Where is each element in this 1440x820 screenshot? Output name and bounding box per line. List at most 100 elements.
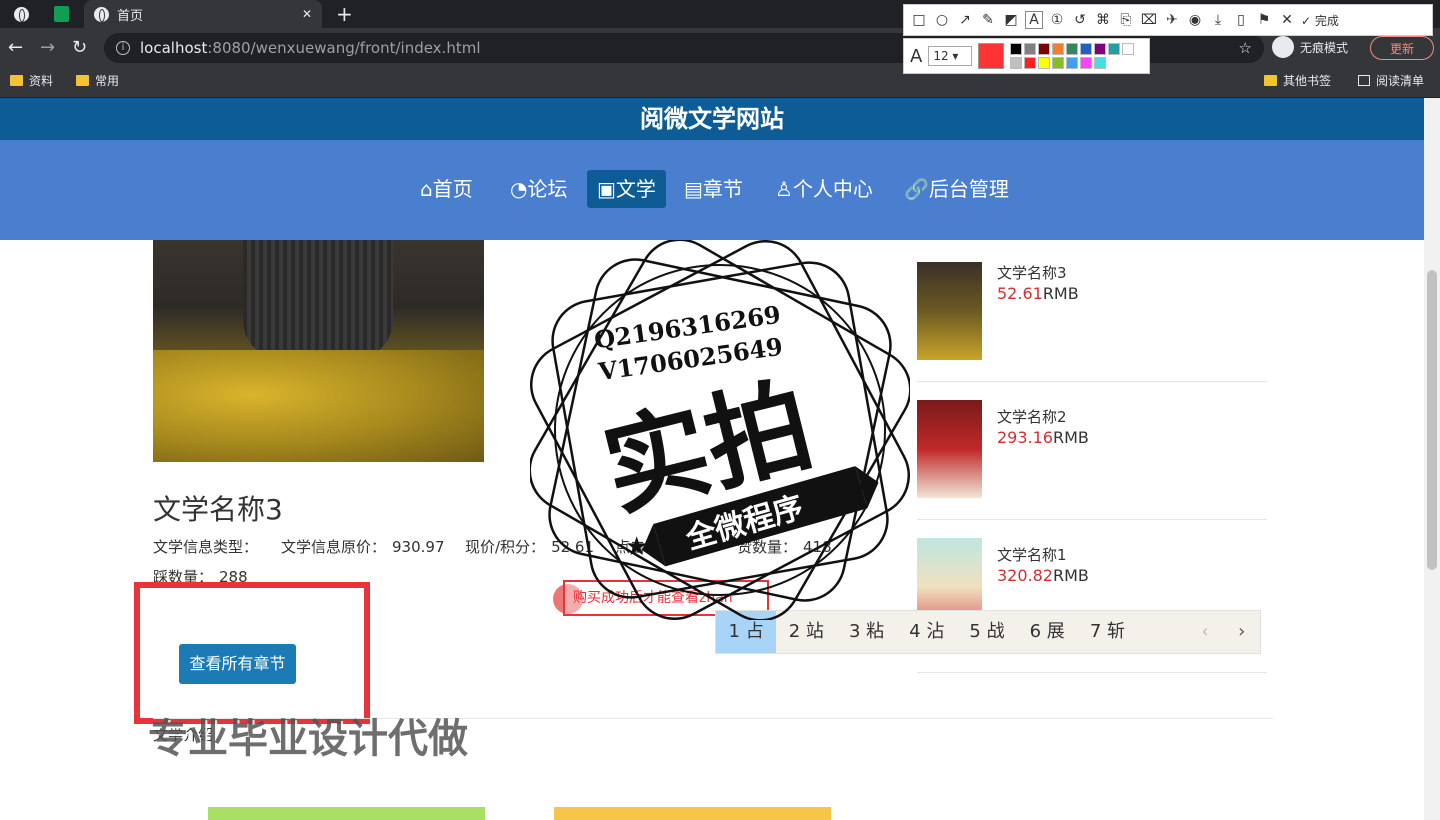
- orig-price-label: 文学信息原价：: [281, 538, 387, 556]
- related-name: 文学名称1: [997, 546, 1067, 564]
- nav-forum[interactable]: ◔论坛: [500, 170, 577, 208]
- palette-swatch[interactable]: [1038, 43, 1051, 55]
- mosaic-tool-icon[interactable]: ◩: [1002, 12, 1020, 28]
- related-name: 文学名称2: [997, 408, 1067, 426]
- palette-swatch[interactable]: [1024, 43, 1037, 55]
- nav-chapters[interactable]: ▤章节: [674, 170, 753, 208]
- ellipse-tool-icon[interactable]: ○: [933, 12, 951, 28]
- palette-swatch[interactable]: [1038, 57, 1051, 69]
- bookmark-ziliao[interactable]: 资料: [10, 72, 53, 89]
- palette-swatch[interactable]: [1024, 57, 1037, 69]
- star-icon: ★: [840, 475, 863, 505]
- home-icon: ⌂: [420, 177, 433, 201]
- bookmarks-bar: [0, 68, 1440, 98]
- palette-swatch[interactable]: [1066, 43, 1079, 55]
- undo-icon[interactable]: ↺: [1071, 12, 1089, 28]
- reading-list[interactable]: 阅读清单: [1358, 72, 1424, 89]
- annotation-toolbar: □ ○ ↗ ✎ ◩ A ① ↺ ⌘ ⎘ ⌧ ✈ ◉ ⤓ ▯ ⚑ ✕ ✓ 完成: [903, 4, 1433, 36]
- book-cover-image: [153, 240, 484, 462]
- price-unit: RMB: [1042, 284, 1079, 303]
- number-tool-icon[interactable]: ①: [1048, 12, 1066, 28]
- bookmark-label: 常用: [95, 74, 120, 88]
- info-icon[interactable]: i: [116, 41, 130, 55]
- close-tab-icon[interactable]: ✕: [302, 7, 312, 21]
- record-icon[interactable]: ◉: [1186, 12, 1204, 28]
- pin-icon[interactable]: ✈: [1163, 12, 1181, 28]
- info-type: 文学信息类型：: [153, 538, 259, 556]
- cut-icon[interactable]: ⌘: [1094, 12, 1112, 28]
- palette-swatch[interactable]: [1122, 43, 1135, 55]
- price-value: 293.16: [997, 428, 1053, 447]
- bookmark-other[interactable]: 其他书签: [1264, 72, 1331, 89]
- promo-card-yellow[interactable]: [554, 807, 831, 820]
- palette-swatch[interactable]: [1010, 57, 1023, 69]
- back-icon[interactable]: ←: [8, 36, 23, 60]
- copy-icon[interactable]: ⎘: [1117, 12, 1135, 28]
- view-all-chapters-button[interactable]: 查看所有章节: [179, 644, 296, 684]
- promo-card-green[interactable]: [208, 807, 485, 820]
- tab-title: 首页: [117, 8, 144, 24]
- palette-swatch[interactable]: [1080, 57, 1093, 69]
- palette-swatch[interactable]: [1094, 57, 1107, 69]
- palette-swatch[interactable]: [1010, 43, 1023, 55]
- star-icon[interactable]: ☆: [1239, 39, 1252, 57]
- incognito-icon: [1272, 36, 1294, 58]
- palette-swatch[interactable]: [1080, 43, 1093, 55]
- phone-icon[interactable]: ▯: [1232, 12, 1250, 28]
- palette-swatch[interactable]: [1094, 43, 1107, 55]
- palette-swatch[interactable]: [1066, 57, 1079, 69]
- scrollbar-thumb[interactable]: [1427, 270, 1437, 570]
- related-name: 文学名称3: [997, 264, 1067, 282]
- sheets-icon: [54, 6, 69, 22]
- reload-icon[interactable]: ↻: [72, 36, 87, 60]
- next-page-icon[interactable]: ›: [1223, 611, 1260, 653]
- annotation-style-panel: A 12 ▾: [903, 38, 1150, 74]
- page-option[interactable]: 5 战: [957, 611, 1017, 653]
- rect-tool-icon[interactable]: □: [910, 12, 928, 28]
- nav-label: 章节: [702, 177, 743, 201]
- incognito-label: 无痕模式: [1300, 40, 1349, 55]
- nav-profile[interactable]: ♙个人中心: [765, 170, 883, 208]
- forum-icon: ◔: [510, 177, 528, 201]
- forward-icon[interactable]: →: [40, 36, 55, 60]
- page-option[interactable]: 7 斩: [1077, 611, 1137, 653]
- cancel-icon[interactable]: ✕: [1278, 12, 1296, 28]
- pen-tool-icon[interactable]: ✎: [979, 12, 997, 28]
- text-tool-icon[interactable]: A: [1025, 11, 1043, 29]
- current-color-swatch[interactable]: [978, 43, 1005, 69]
- stamp-overlay: Q2196316269 V1706025649 实拍 全微程序 ★ ★: [530, 240, 910, 620]
- page-option[interactable]: 6 展: [1017, 611, 1077, 653]
- nav-label: 文学: [615, 177, 656, 201]
- related-item[interactable]: 文学名称2 293.16RMB: [917, 400, 1267, 520]
- arrow-tool-icon[interactable]: ↗: [956, 12, 974, 28]
- reading-list-label: 阅读清单: [1376, 74, 1425, 88]
- bookmark-label: 其他书签: [1283, 74, 1332, 88]
- bookmark-changyong[interactable]: 常用: [76, 72, 119, 89]
- done-button[interactable]: ✓ 完成: [1301, 12, 1339, 29]
- watermark-text: 专业毕业设计代做: [148, 716, 468, 762]
- related-price: 293.16RMB: [997, 428, 1089, 447]
- literature-icon: ▣: [597, 177, 616, 201]
- ocr-icon[interactable]: ⌧: [1140, 12, 1158, 28]
- tab-home[interactable]: 首页 ✕: [84, 0, 322, 28]
- incognito-indicator[interactable]: 无痕模式: [1272, 36, 1348, 58]
- related-item[interactable]: 文学名称3 52.61RMB: [917, 262, 1267, 382]
- palette-swatch[interactable]: [1052, 57, 1065, 69]
- bookmark-icon[interactable]: ⚑: [1255, 12, 1273, 28]
- related-cover: [917, 400, 982, 498]
- nav-admin[interactable]: 🔗后台管理: [894, 170, 1019, 208]
- update-button[interactable]: 更新: [1370, 36, 1434, 60]
- palette-swatch[interactable]: [1052, 43, 1065, 55]
- chapter-icon: ▤: [684, 177, 703, 201]
- prev-page-icon[interactable]: ‹: [1187, 611, 1224, 653]
- palette-swatch[interactable]: [1108, 43, 1121, 55]
- nav-label: 个人中心: [792, 177, 873, 201]
- download-icon[interactable]: ⤓: [1209, 12, 1227, 28]
- new-tab-button[interactable]: +: [336, 0, 353, 28]
- nav-home[interactable]: ⌂首页: [410, 170, 483, 208]
- nav-literature[interactable]: ▣文学: [587, 170, 666, 208]
- font-size-select[interactable]: 12 ▾: [928, 46, 973, 66]
- pinned-tab-globe[interactable]: [14, 0, 36, 28]
- globe-icon: [14, 6, 29, 22]
- pinned-tab-sheets[interactable]: [54, 0, 76, 28]
